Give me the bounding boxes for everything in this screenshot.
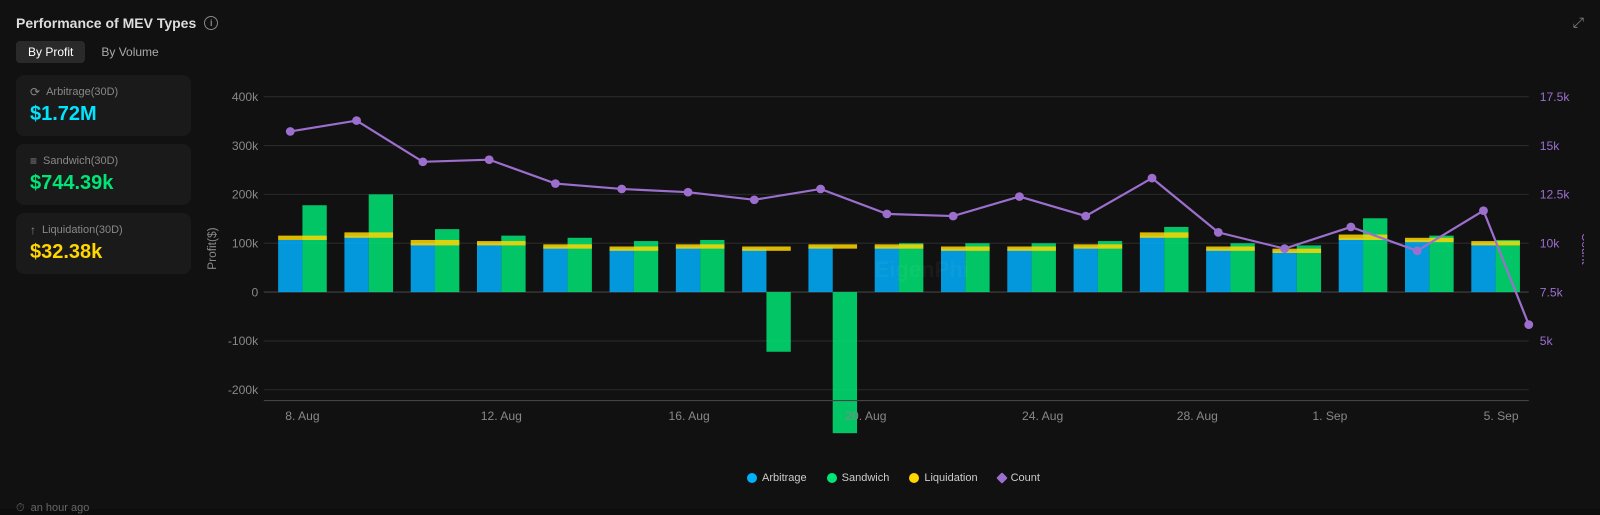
arbitrage-value: $1.72M [30, 103, 177, 126]
arbitrage-label-text: Arbitrage(30D) [46, 86, 118, 98]
header: Performance of MEV Types i ⤢ [16, 14, 1584, 31]
svg-text:8. Aug: 8. Aug [285, 409, 319, 423]
svg-text:200k: 200k [232, 188, 259, 202]
svg-text:12.5k: 12.5k [1540, 188, 1571, 202]
tab-by-profit[interactable]: By Profit [16, 41, 85, 63]
chart-area: EigenPhi 400k 300k 200k 100k 0 [203, 75, 1584, 496]
svg-text:7.5k: 7.5k [1540, 286, 1564, 300]
arbitrage-legend-icon [747, 473, 757, 483]
svg-text:20. Aug: 20. Aug [845, 409, 886, 423]
liquidation-legend-label: Liquidation [924, 472, 977, 484]
sidebar: ⟳ Arbitrage(30D) $1.72M ≡ Sandwich(30D) … [16, 75, 191, 496]
page-title: Performance of MEV Types i [16, 15, 218, 31]
timestamp-text: an hour ago [31, 502, 90, 514]
sandwich-legend-label: Sandwich [842, 472, 890, 484]
sandwich-label: ≡ Sandwich(30D) [30, 154, 177, 168]
svg-text:1. Sep: 1. Sep [1312, 409, 1347, 423]
legend-arbitrage: Arbitrage [747, 472, 807, 484]
svg-text:28. Aug: 28. Aug [1177, 409, 1218, 423]
chart-legend: Arbitrage Sandwich Liquidation Count [203, 472, 1584, 484]
count-legend-label: Count [1011, 472, 1040, 484]
sandwich-icon: ≡ [30, 154, 37, 168]
tab-by-volume[interactable]: By Volume [89, 41, 170, 63]
sandwich-card: ≡ Sandwich(30D) $744.39k [16, 144, 191, 205]
liquidation-legend-icon [909, 473, 919, 483]
svg-text:Count: Count [1579, 233, 1584, 265]
liquidation-label: ↑ Liquidation(30D) [30, 223, 177, 237]
svg-text:-200k: -200k [228, 383, 259, 397]
liquidation-value: $32.38k [30, 241, 177, 264]
arbitrage-legend-label: Arbitrage [762, 472, 807, 484]
liquidation-icon: ↑ [30, 223, 36, 237]
info-icon[interactable]: i [204, 16, 218, 30]
clock-icon: ⏱ [16, 502, 25, 515]
svg-text:100k: 100k [232, 237, 259, 251]
svg-text:-100k: -100k [228, 334, 259, 348]
main-content: ⟳ Arbitrage(30D) $1.72M ≡ Sandwich(30D) … [16, 75, 1584, 496]
tab-group: By Profit By Volume [16, 41, 1584, 63]
svg-text:24. Aug: 24. Aug [1022, 409, 1063, 423]
sandwich-legend-icon [827, 473, 837, 483]
svg-text:12. Aug: 12. Aug [481, 409, 522, 423]
svg-text:400k: 400k [232, 90, 259, 104]
svg-text:0: 0 [251, 286, 258, 300]
expand-icon[interactable]: ⤢ [1573, 14, 1584, 31]
svg-text:10k: 10k [1540, 237, 1561, 251]
liquidation-label-text: Liquidation(30D) [42, 224, 123, 236]
svg-text:16. Aug: 16. Aug [669, 409, 710, 423]
arbitrage-label: ⟳ Arbitrage(30D) [30, 85, 177, 99]
svg-text:Profit($): Profit($) [205, 227, 219, 269]
svg-text:15k: 15k [1540, 139, 1561, 153]
arbitrage-icon: ⟳ [30, 85, 40, 99]
sandwich-label-text: Sandwich(30D) [43, 155, 118, 167]
svg-text:5. Sep: 5. Sep [1484, 409, 1519, 423]
footer: ⏱ an hour ago [16, 502, 1584, 515]
main-chart: 400k 300k 200k 100k 0 -100k -200k Profit… [203, 75, 1584, 466]
svg-text:300k: 300k [232, 139, 259, 153]
liquidation-card: ↑ Liquidation(30D) $32.38k [16, 213, 191, 274]
count-legend-icon [996, 472, 1007, 483]
legend-sandwich: Sandwich [827, 472, 890, 484]
svg-text:5k: 5k [1540, 334, 1554, 348]
title-text: Performance of MEV Types [16, 15, 196, 31]
svg-text:17.5k: 17.5k [1540, 90, 1571, 104]
legend-count: Count [998, 472, 1040, 484]
arbitrage-card: ⟳ Arbitrage(30D) $1.72M [16, 75, 191, 136]
dashboard-container: Performance of MEV Types i ⤢ By Profit B… [0, 0, 1600, 509]
legend-liquidation: Liquidation [909, 472, 977, 484]
sandwich-value: $744.39k [30, 172, 177, 195]
